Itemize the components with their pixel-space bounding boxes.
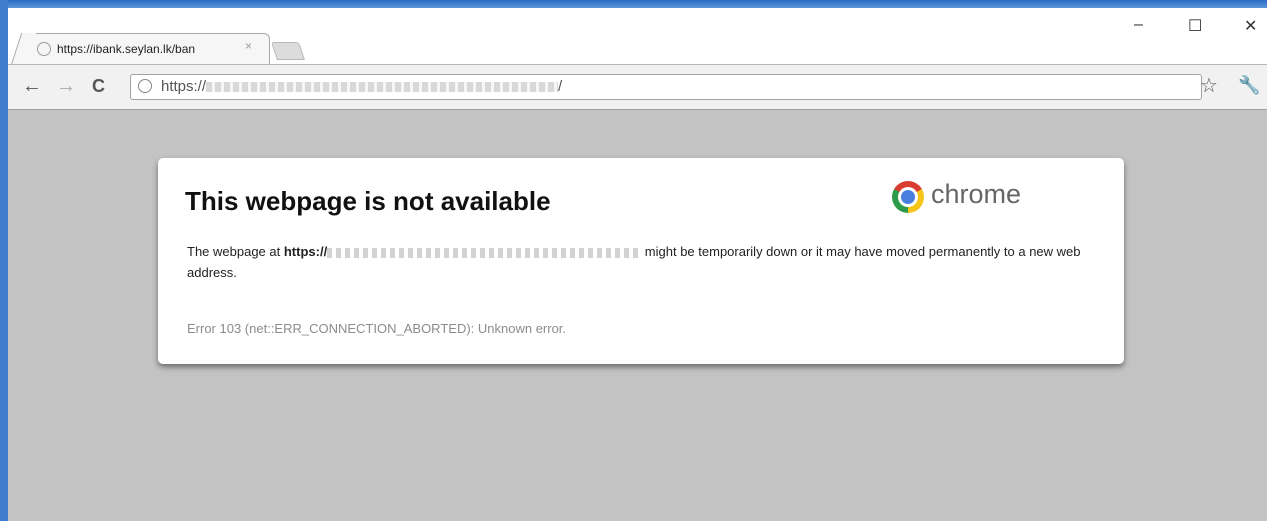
address-text: https:// / [161,78,562,95]
tab-close-icon[interactable]: × [245,39,252,53]
error-message: The webpage at https:// might be tempora… [187,241,1087,283]
back-button[interactable]: ← [22,76,42,96]
minimize-button[interactable]: – [1134,16,1143,34]
globe-icon [37,42,51,56]
new-tab-button[interactable] [271,42,305,60]
bookmark-star-icon[interactable]: ☆ [1200,76,1218,96]
redacted-url [206,82,559,93]
title-bar [8,0,1267,8]
maximize-button[interactable]: ☐ [1188,16,1202,36]
tab-title: https://ibank.seylan.lk/ban [57,42,196,56]
message-url: https:// [283,244,328,259]
wrench-menu-icon[interactable]: 🔧 [1238,75,1260,96]
error-title: This webpage is not available [185,186,551,216]
reload-button[interactable]: C [92,76,105,96]
chrome-wordmark: chrome [931,179,1022,209]
browser-toolbar: ← → C https:// / ☆ 🔧 [8,64,1267,110]
close-window-button[interactable]: ✕ [1244,16,1257,36]
chrome-logo-icon [892,181,924,213]
message-prefix: The webpage at [187,244,284,259]
url-prefix: https:// [161,78,207,95]
error-card: This webpage is not available chrome The… [158,158,1124,364]
browser-tab[interactable]: https://ibank.seylan.lk/ban × [22,33,270,65]
error-code: Error 103 (net::ERR_CONNECTION_ABORTED):… [187,321,567,336]
url-suffix: / [558,78,563,95]
forward-button[interactable]: → [56,76,76,96]
page-info-icon[interactable] [138,79,152,93]
address-bar[interactable]: https:// / [130,74,1202,100]
page-content: This webpage is not available chrome The… [8,110,1267,521]
redacted-message-url [327,247,642,258]
